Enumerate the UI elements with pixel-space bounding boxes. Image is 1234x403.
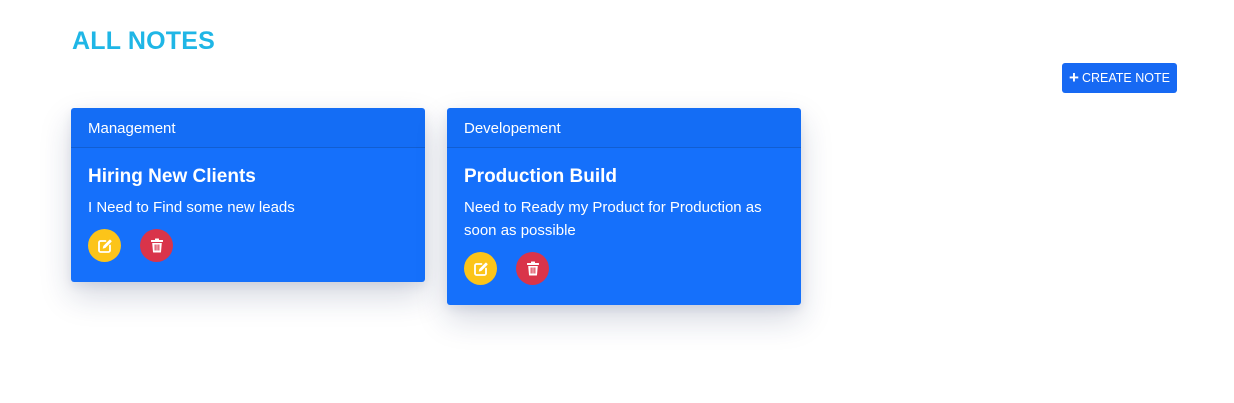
edit-note-button[interactable]: [88, 229, 121, 262]
page-title: ALL NOTES: [72, 27, 216, 55]
edit-note-button[interactable]: [464, 252, 497, 285]
delete-note-button[interactable]: [516, 252, 549, 285]
note-body: Production Build Need to Ready my Produc…: [447, 148, 801, 285]
note-content: I Need to Find some new leads: [88, 199, 295, 216]
note-actions: [88, 229, 408, 262]
create-note-label: CREATE NOTE: [1081, 71, 1170, 85]
note-title: Production Build: [464, 166, 618, 187]
edit-icon: [473, 261, 489, 277]
note-content: Need to Ready my Product for Production …: [464, 199, 762, 239]
trash-icon: [150, 238, 164, 253]
note-category: Developement: [447, 108, 801, 148]
note-card: Management Hiring New Clients I Need to …: [71, 108, 425, 282]
note-card: Developement Production Build Need to Re…: [447, 108, 801, 305]
create-note-button[interactable]: + CREATE NOTE: [1062, 63, 1177, 93]
note-actions: [464, 252, 784, 285]
notes-page: ALL NOTES + CREATE NOTE Management Hirin…: [0, 0, 1234, 403]
plus-icon: +: [1069, 67, 1079, 87]
note-category: Management: [71, 108, 425, 148]
delete-note-button[interactable]: [140, 229, 173, 262]
trash-icon: [526, 261, 540, 276]
note-body: Hiring New Clients I Need to Find some n…: [71, 148, 425, 262]
edit-icon: [97, 238, 113, 254]
note-title: Hiring New Clients: [88, 166, 256, 187]
